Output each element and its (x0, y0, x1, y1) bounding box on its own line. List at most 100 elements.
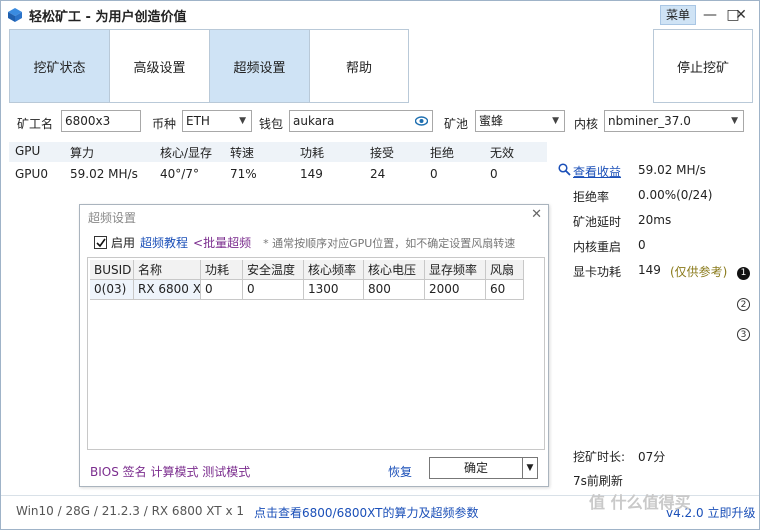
gpu-power-value: 149 (638, 263, 661, 277)
wallet-value: aukara (293, 114, 335, 128)
stats-header-gpu: GPU (15, 144, 41, 158)
coin-label: 币种 (152, 117, 177, 131)
overclock-dialog: 超频设置 ✕ 启用 超频教程 <批量超频 * 通常按顺序对应GPU位置，如不确定… (79, 204, 549, 487)
dialog-options-row: 启用 超频教程 <批量超频 * 通常按顺序对应GPU位置，如不确定设置风扇转速 (94, 234, 515, 251)
enable-label: 启用 (111, 236, 136, 250)
stop-mining-button[interactable]: 停止挖矿 (653, 29, 753, 103)
pool-latency-value: 20ms (638, 213, 672, 227)
col-safe-temp: 安全温度 (243, 260, 304, 280)
col-power: 功耗 (201, 260, 243, 280)
wallet-label: 钱包 (259, 117, 284, 131)
stats-accepted: 24 (370, 167, 386, 181)
refresh-time: 7s前刷新 (573, 474, 623, 488)
view-earnings-link[interactable]: 查看收益 (573, 163, 621, 180)
cell-power[interactable]: 0 (201, 280, 243, 300)
col-fan: 风扇 (486, 260, 524, 280)
kernel-label: 内核 (574, 117, 599, 131)
close-icon[interactable]: ✕ (729, 3, 753, 27)
col-name: 名称 (134, 260, 201, 280)
system-info: Win10 / 28G / 21.2.3 / RX 6800 XT x 1 (16, 504, 244, 518)
checkmark-icon (95, 238, 106, 247)
kernel-restart-value: 0 (638, 238, 646, 252)
chevron-down-icon: ▼ (552, 116, 559, 126)
gpu-power-note: (仅供参考) (670, 265, 728, 279)
stats-header-temp: 核心/显存 (160, 146, 213, 160)
reject-rate-label: 拒绝率 (573, 190, 610, 204)
chevron-down-icon: ▼ (239, 116, 246, 126)
overclock-table: BUSID 名称 功耗 安全温度 核心频率 核心电压 显存频率 风扇 0(03)… (87, 257, 545, 450)
gpu-power-label: 显卡功耗 (573, 265, 622, 279)
performance-link[interactable]: 点击查看6800/6800XT的算力及超频参数 (254, 504, 478, 521)
mining-duration-value: 07分 (638, 450, 666, 464)
title-bar: 轻松矿工 - 为用户创造价值 (1, 1, 759, 29)
app-logo-icon (8, 8, 22, 22)
chevron-down-icon[interactable]: ▼ (522, 457, 538, 479)
stats-hashrate: 59.02 MH/s (70, 167, 138, 181)
close-icon[interactable]: ✕ (531, 207, 542, 222)
col-busid: BUSID (90, 260, 134, 280)
bios-mode-links[interactable]: BIOS 签名 计算模式 测试模式 (90, 463, 250, 480)
stats-rejected: 0 (430, 167, 438, 181)
mining-duration-label: 挖矿时长: (573, 450, 626, 464)
tab-label: 高级设置 (133, 60, 186, 76)
minimize-icon[interactable]: — (698, 3, 722, 27)
wallet-input[interactable]: aukara (289, 110, 433, 132)
tab-label: 挖矿状态 (33, 60, 86, 76)
step-1-icon[interactable]: 1 (737, 267, 750, 280)
batch-overclock-link[interactable]: <批量超频 (193, 234, 251, 251)
col-mem-clock: 显存频率 (425, 260, 486, 280)
stats-temp: 40°/7° (160, 167, 199, 181)
enable-checkbox[interactable] (94, 236, 107, 249)
earnings-value: 59.02 MH/s (638, 163, 706, 177)
chevron-down-icon: ▼ (731, 116, 738, 126)
kernel-value: nbminer_37.0 (608, 114, 691, 128)
stats-header-invalid: 无效 (490, 146, 515, 160)
miner-name-label: 矿工名 (17, 117, 54, 131)
stats-header-power: 功耗 (300, 146, 325, 160)
eye-icon[interactable] (415, 115, 428, 127)
cell-safe-temp[interactable]: 0 (243, 280, 304, 300)
reject-rate-value: 0.00%(0/24) (638, 188, 713, 202)
menu-button[interactable]: 菜单 (660, 5, 696, 25)
tab-help[interactable]: 帮助 (309, 29, 409, 103)
dialog-note: * 通常按顺序对应GPU位置，如不确定设置风扇转速 (263, 236, 516, 250)
confirm-button[interactable]: 确定 (429, 457, 523, 479)
cell-core-voltage[interactable]: 800 (364, 280, 425, 300)
stats-invalid: 0 (490, 167, 498, 181)
magnifier-icon (558, 163, 571, 176)
step-3-icon[interactable]: 3 (737, 328, 750, 341)
pool-label: 矿池 (444, 117, 469, 131)
col-core-clock: 核心频率 (304, 260, 364, 280)
stats-power: 149 (300, 167, 323, 181)
col-core-voltage: 核心电压 (364, 260, 425, 280)
kernel-restart-label: 内核重启 (573, 240, 622, 254)
step-2-icon[interactable]: 2 (737, 298, 750, 311)
stats-fan: 71% (230, 167, 257, 181)
cell-core-clock[interactable]: 1300 (304, 280, 364, 300)
tutorial-link[interactable]: 超频教程 (140, 234, 188, 251)
pool-latency-label: 矿池延时 (573, 215, 622, 229)
tab-overclock-settings[interactable]: 超频设置 (209, 29, 310, 103)
restore-link[interactable]: 恢复 (388, 463, 412, 480)
stats-header-accepted: 接受 (370, 146, 395, 160)
cell-busid[interactable]: 0(03) (90, 280, 134, 300)
app-window: 轻松矿工 - 为用户创造价值 菜单 — □ ✕ 挖矿状态 高级设置 超频设置 帮… (0, 0, 760, 530)
cell-name[interactable]: RX 6800 XT (134, 280, 201, 300)
miner-name-input[interactable]: 6800x3 (61, 110, 141, 132)
cell-fan[interactable]: 60 (486, 280, 524, 300)
coin-select[interactable]: ETH ▼ (182, 110, 252, 132)
coin-value: ETH (186, 114, 210, 128)
tab-mining-status[interactable]: 挖矿状态 (9, 29, 110, 103)
stats-header-hashrate: 算力 (70, 146, 95, 160)
stats-header-rejected: 拒绝 (430, 146, 455, 160)
tab-label: 超频设置 (233, 60, 286, 76)
site-watermark: 值 什么值得买 (589, 493, 691, 512)
pool-value: 蜜蜂 (479, 114, 504, 128)
cell-mem-clock[interactable]: 2000 (425, 280, 486, 300)
pool-select[interactable]: 蜜蜂 ▼ (475, 110, 565, 132)
tab-label: 帮助 (345, 60, 372, 76)
stats-gpu: GPU0 (15, 167, 48, 181)
window-title: 轻松矿工 - 为用户创造价值 (29, 9, 187, 25)
tab-advanced-settings[interactable]: 高级设置 (109, 29, 210, 103)
kernel-select[interactable]: nbminer_37.0 ▼ (604, 110, 744, 132)
